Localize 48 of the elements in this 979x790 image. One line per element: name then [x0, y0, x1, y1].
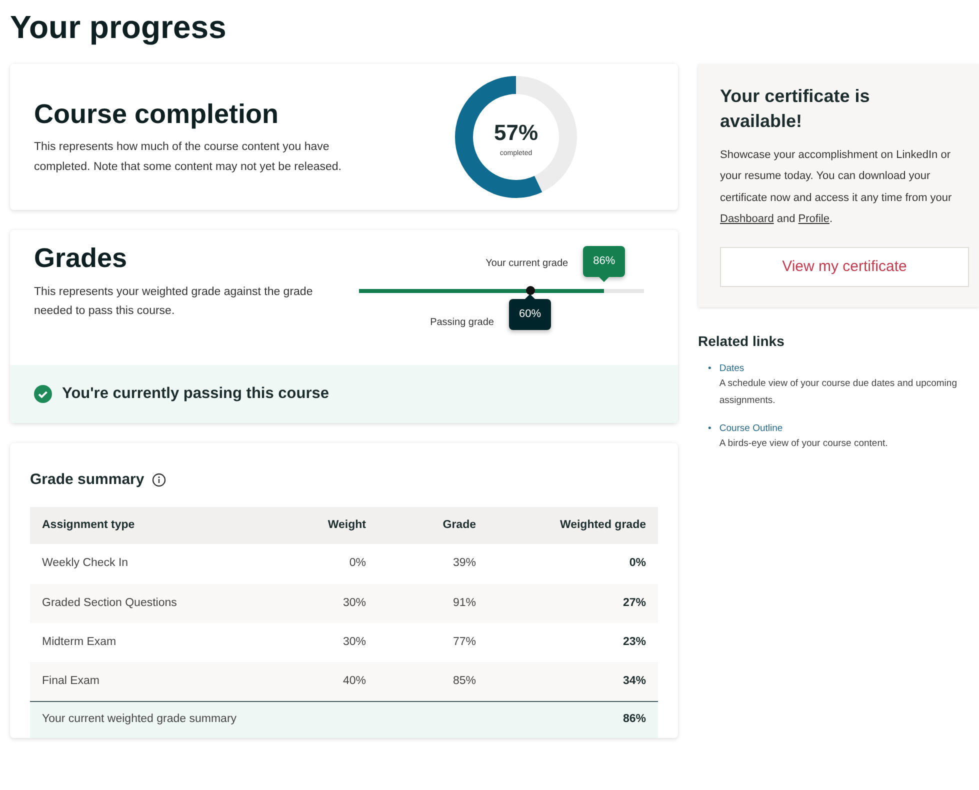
- text-link[interactable]: Dashboard: [720, 213, 774, 226]
- related-link[interactable]: Dates: [719, 363, 744, 374]
- bullet: •: [708, 422, 712, 436]
- table-cell: 30%: [278, 584, 378, 623]
- table-cell: 27%: [488, 584, 658, 623]
- page-title: Your progress: [10, 8, 228, 46]
- info-icon[interactable]: [152, 472, 166, 487]
- status-message: You're currently passing this course: [62, 384, 329, 404]
- card-description: This represents how much of the course content you have completed. Note that some content may not yet be released.: [34, 140, 342, 175]
- card-title: Grades: [34, 242, 128, 275]
- check-icon: [34, 385, 52, 404]
- section-title: Related links: [698, 332, 786, 352]
- passing-grade-tooltip: 60%: [508, 294, 552, 330]
- table-cell: 30%: [278, 622, 378, 662]
- table-cell: Final Exam: [30, 662, 278, 702]
- table-cell-text: 0%: [348, 556, 367, 572]
- section-title: Grade summary: [30, 470, 144, 490]
- card-description: Showcase your accomplishment on LinkedIn or your resume today. You can download your certificate now and access it any time from your Dashboard and Profile.: [720, 148, 953, 228]
- table-cell: Midterm Exam: [30, 622, 278, 662]
- column-header: Weight: [278, 507, 378, 544]
- tooltip-label: Passing grade: [430, 316, 494, 330]
- table-cell: 23%: [488, 622, 658, 662]
- text-link[interactable]: Profile: [798, 213, 830, 226]
- link-description: A schedule view of your course due dates and upcoming assignments.: [719, 377, 958, 408]
- table-cell: 40%: [278, 662, 378, 702]
- column-header: Weighted grade: [488, 507, 658, 544]
- card-title: Your certificate is available!: [720, 85, 871, 133]
- table-cell-text: 0%: [628, 556, 647, 572]
- link-description: A birds-eye view of your course content.: [719, 436, 888, 451]
- table-cell: Graded Section Questions: [30, 584, 278, 623]
- table-cell: 91%: [378, 584, 488, 623]
- card-title: Course completion: [34, 98, 280, 130]
- current-grade-tooltip: 86%: [583, 246, 626, 282]
- table-cell-text: Weekly Check In: [41, 556, 130, 572]
- bullet: •: [708, 362, 712, 376]
- column-header: Assignment type: [30, 507, 278, 544]
- table-cell: 34%: [488, 662, 658, 702]
- card-description: This represents your weighted grade against the grade needed to pass this course.: [34, 284, 314, 320]
- tooltip-label: Your current grade: [486, 257, 568, 272]
- table-cell: 85%: [378, 662, 488, 702]
- table-cell-text: 39%: [452, 556, 477, 572]
- completion-percent: 57%: [494, 120, 538, 146]
- table-cell: 77%: [378, 622, 488, 662]
- total-label: Your current weighted grade summary: [30, 702, 488, 738]
- column-header: Grade: [378, 507, 488, 544]
- view-certificate-button[interactable]: View my certificate: [720, 246, 969, 288]
- related-link[interactable]: Course Outline: [719, 422, 783, 434]
- total-value: 86%: [488, 702, 658, 738]
